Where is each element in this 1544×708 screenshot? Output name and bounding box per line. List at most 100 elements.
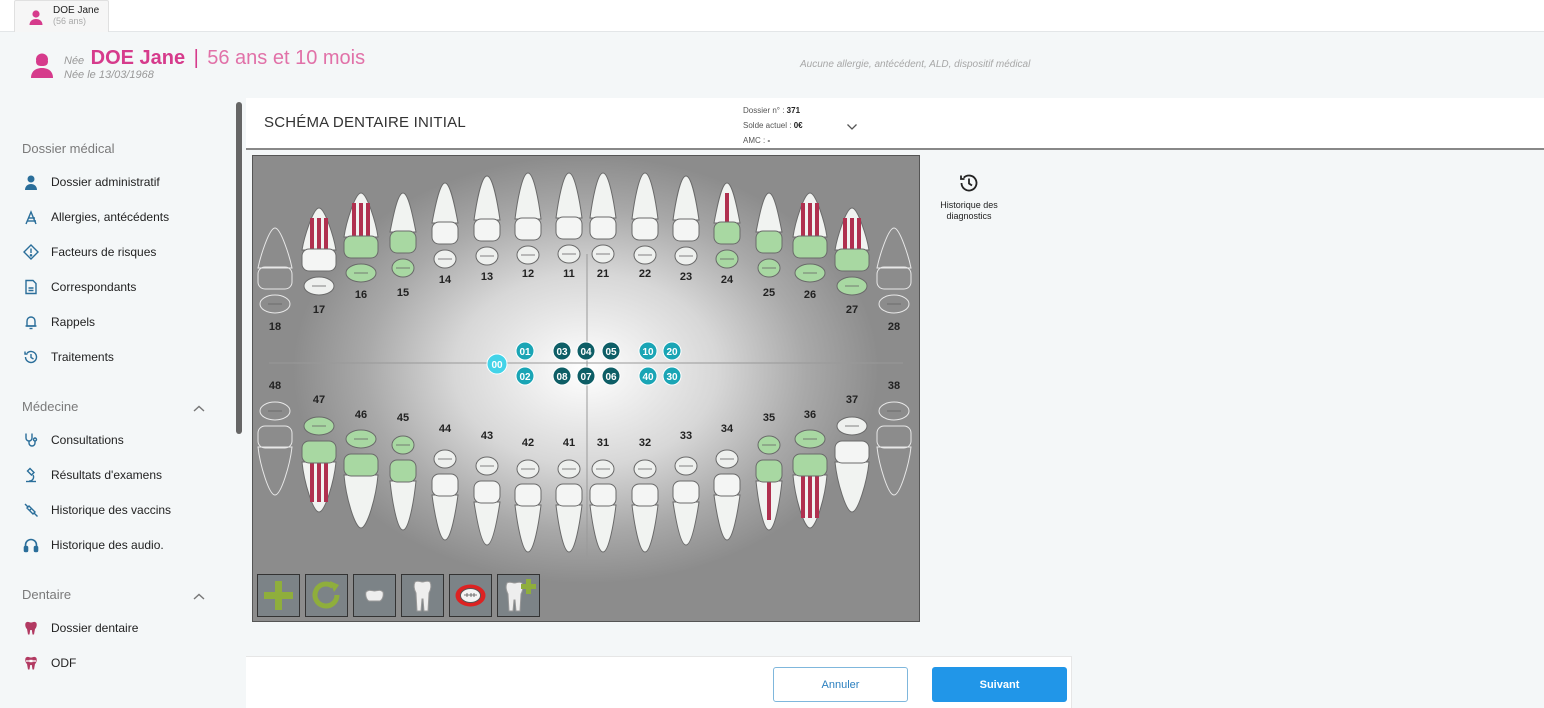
tooth-17[interactable] (301, 207, 337, 296)
tooth-26[interactable] (792, 192, 828, 283)
chevron-up-icon[interactable] (192, 589, 206, 607)
tooth-crown-icon (365, 589, 384, 602)
quadrant-marker-07[interactable]: 07 (576, 366, 596, 386)
sidebar-item-odf[interactable]: ODF (22, 652, 76, 674)
tooth-11[interactable] (555, 172, 583, 264)
tooth-number-label: 44 (439, 423, 452, 435)
sidebar-item-consultations[interactable]: Consultations (22, 429, 124, 451)
marker-label: 20 (666, 347, 678, 358)
marker-label: 02 (519, 372, 531, 383)
tooth-14[interactable] (431, 182, 459, 269)
tooth-number-label: 41 (563, 437, 575, 449)
dossier-info[interactable]: Dossier n° : 371 Solde actuel : 0€ AMC :… (743, 103, 803, 148)
section-medecine[interactable]: Médecine (22, 399, 78, 414)
quadrant-marker-05[interactable]: 05 (601, 341, 621, 361)
next-button[interactable]: Suivant (932, 667, 1067, 702)
sidebar-item-correspondants[interactable]: Correspondants (22, 276, 136, 298)
diagnostics-history-button[interactable]: Historique des diagnostics (930, 172, 1008, 222)
sidebar-item-dossier-administratif[interactable]: Dossier administratif (22, 171, 160, 193)
tooth-22[interactable] (631, 172, 659, 265)
cancel-button[interactable]: Annuler (773, 667, 908, 702)
tooth-12[interactable] (514, 172, 542, 265)
sidebar-item-dossier-dentaire[interactable]: Dossier dentaire (22, 617, 138, 639)
chevron-up-icon[interactable] (192, 401, 206, 419)
refresh-tool-button[interactable] (305, 574, 348, 617)
tooth-32[interactable] (631, 459, 659, 553)
dossier-number: 371 (786, 106, 801, 115)
tooth-31[interactable] (589, 459, 617, 553)
tooth-16[interactable] (343, 192, 379, 283)
sidebar-item-label: Correspondants (51, 280, 137, 294)
add-tool-button[interactable] (257, 574, 300, 617)
patient-alerts[interactable]: Aucune allergie, antécédent, ALD, dispos… (800, 59, 1030, 70)
sidebar-item-historique-vaccins[interactable]: Historique des vaccins (22, 499, 171, 521)
root-canal (808, 203, 812, 237)
sidebar-item-rappels[interactable]: Rappels (22, 311, 95, 333)
tooth-24[interactable] (713, 182, 741, 269)
dental-chart[interactable]: 18 17 16 15 14 13 12 11 21 22 23 24 25 26 27 28 48 47 46 45… (252, 155, 920, 622)
patient-name: DOE Jane (90, 47, 186, 69)
quadrant-marker-30[interactable]: 30 (662, 366, 682, 386)
quadrant-marker-01[interactable]: 01 (515, 341, 535, 361)
root-canal (843, 218, 847, 250)
tooth-crown (473, 218, 501, 242)
footer-bar: Annuler Suivant (246, 656, 1072, 708)
tooth-47[interactable] (301, 416, 337, 513)
quadrant-marker-04[interactable]: 04 (576, 341, 596, 361)
tooth-41[interactable] (555, 459, 583, 553)
sidebar-item-label: Allergies, antécédents (51, 210, 170, 224)
tooth-21[interactable] (589, 172, 617, 264)
tooth-33[interactable] (672, 456, 700, 546)
tooth-root (876, 446, 912, 496)
tooth-root (389, 480, 417, 531)
tooth-root (672, 175, 700, 221)
quadrant-marker-03[interactable]: 03 (552, 341, 572, 361)
sidebar-item-label: Dossier administratif (51, 175, 160, 189)
tooth-48[interactable] (257, 401, 293, 496)
root-canal (317, 462, 321, 502)
tooth-25[interactable] (755, 192, 783, 278)
chevron-down-icon[interactable] (846, 118, 858, 136)
root-tool-button[interactable] (401, 574, 444, 617)
sidebar-item-allergies[interactable]: Allergies, antécédents (22, 206, 169, 228)
quadrant-marker-10[interactable]: 10 (638, 341, 658, 361)
patient-tab[interactable]: DOE Jane (56 ans) (14, 0, 109, 32)
tooth-15[interactable] (389, 192, 417, 278)
add-tooth-tool-button[interactable] (497, 574, 540, 617)
occlusal-tool-button[interactable] (449, 574, 492, 617)
tooth-number-label: 33 (680, 430, 692, 442)
tooth-18[interactable] (257, 227, 293, 314)
tooth-23[interactable] (672, 175, 700, 266)
crown-tool-button[interactable] (353, 574, 396, 617)
tooth-43[interactable] (473, 456, 501, 546)
tooth-crown (792, 235, 828, 259)
tooth-44[interactable] (431, 449, 459, 541)
root-canal (815, 475, 819, 518)
tooth-28[interactable] (876, 227, 912, 314)
sidebar-scrollbar[interactable] (236, 102, 242, 434)
tooth-13[interactable] (473, 175, 501, 266)
marker-label: 10 (642, 347, 654, 358)
main-header: SCHÉMA DENTAIRE INITIAL Dossier n° : 371… (246, 98, 1544, 150)
quadrant-marker-02[interactable]: 02 (515, 366, 535, 386)
quadrant-marker-40[interactable]: 40 (638, 366, 658, 386)
tooth-45[interactable] (389, 435, 417, 531)
quadrant-marker-00[interactable]: 00 (486, 353, 508, 375)
section-dentaire[interactable]: Dentaire (22, 587, 71, 602)
tooth-42[interactable] (514, 459, 542, 553)
sidebar-item-facteurs-risques[interactable]: Facteurs de risques (22, 241, 156, 263)
quadrant-marker-08[interactable]: 08 (552, 366, 572, 386)
tooth-35[interactable] (755, 435, 783, 531)
tooth-38[interactable] (876, 401, 912, 496)
tooth-27[interactable] (834, 207, 870, 296)
sidebar-item-traitements[interactable]: Traitements (22, 346, 114, 368)
sidebar-item-historique-audio[interactable]: Historique des audio. (22, 534, 164, 556)
quadrant-marker-20[interactable]: 20 (662, 341, 682, 361)
tooth-46[interactable] (343, 429, 379, 529)
sidebar-item-resultats-examens[interactable]: Résultats d'examens (22, 464, 162, 486)
tooth-36[interactable] (792, 429, 828, 529)
tooth-34[interactable] (713, 449, 741, 541)
tooth-37[interactable] (834, 416, 870, 513)
marker-label: 03 (556, 347, 568, 358)
quadrant-marker-06[interactable]: 06 (601, 366, 621, 386)
